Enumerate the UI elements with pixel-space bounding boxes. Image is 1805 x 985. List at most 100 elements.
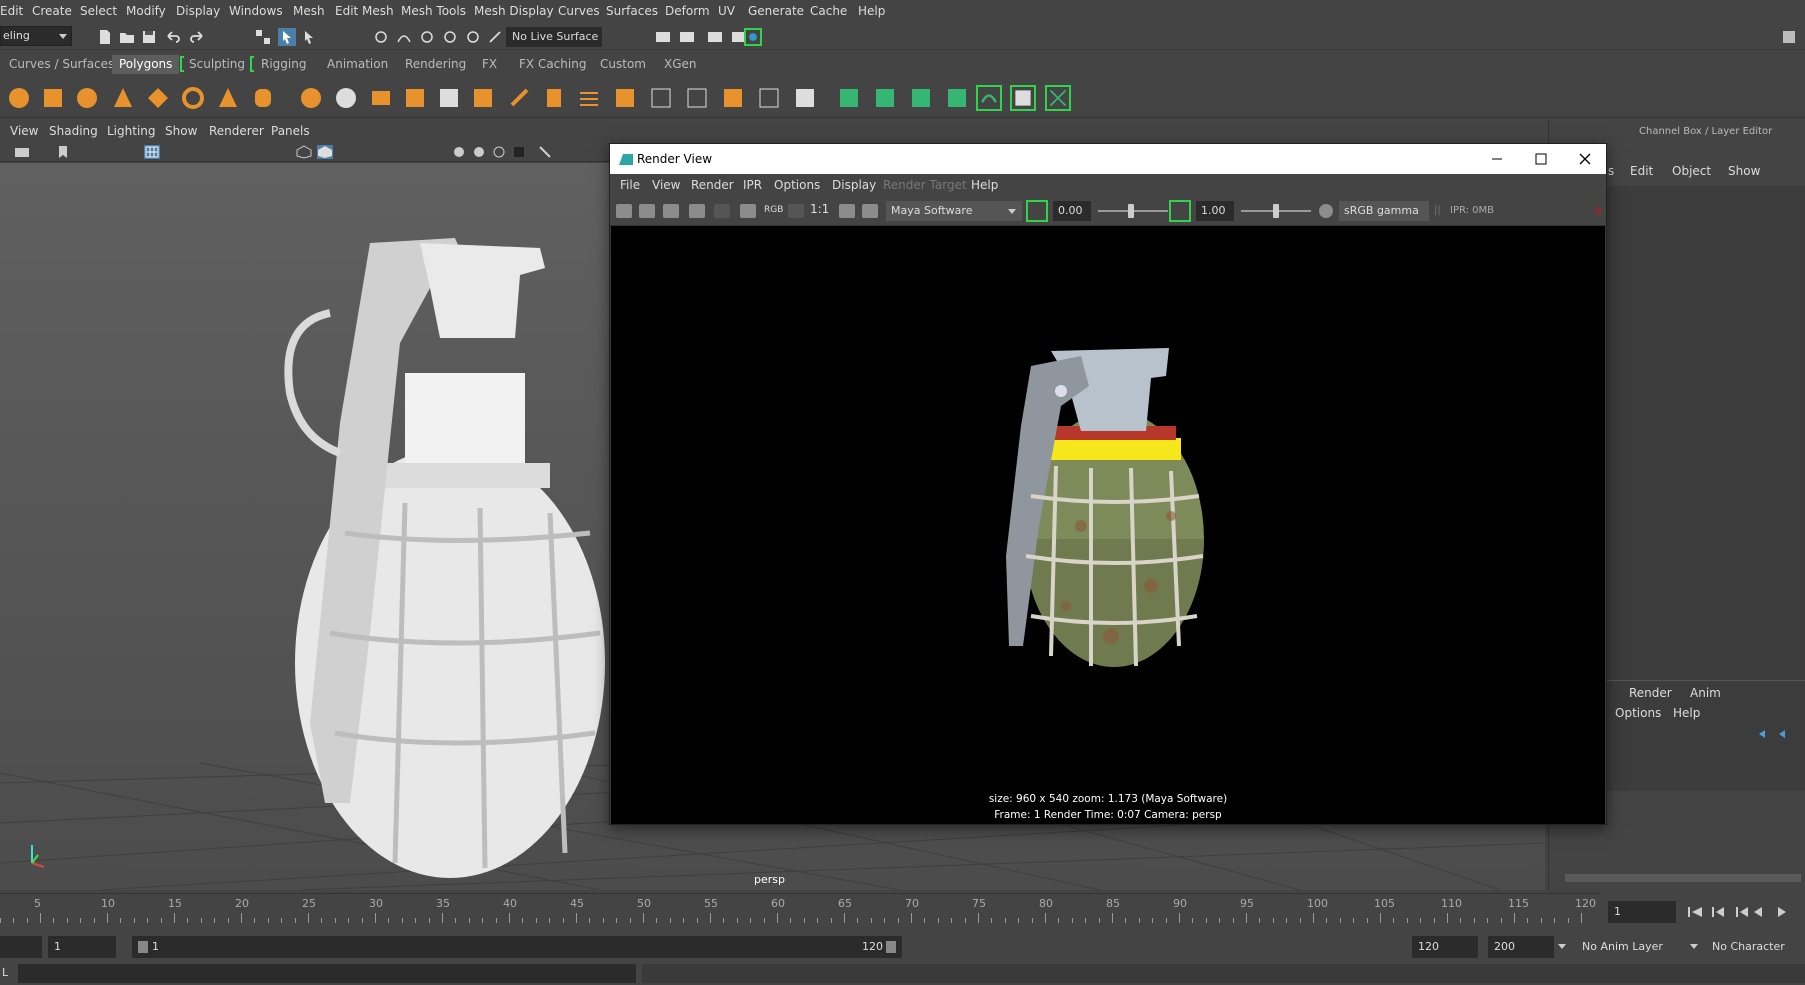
current-frame-field[interactable]: 1: [1608, 901, 1676, 923]
poly-pyramid-icon[interactable]: [215, 85, 241, 111]
menu-select[interactable]: Select: [80, 4, 117, 18]
uv-cylindrical-icon[interactable]: [872, 85, 898, 111]
tab-rigging[interactable]: Rigging: [254, 55, 313, 74]
tab-custom[interactable]: Custom: [593, 55, 653, 74]
command-language-label[interactable]: L: [2, 966, 8, 979]
poly-cone-icon[interactable]: [110, 85, 136, 111]
menu-cache[interactable]: Cache: [810, 4, 847, 18]
bool-icon[interactable]: [436, 85, 462, 111]
render-settings-icon[interactable]: [740, 204, 756, 218]
anim-layer-selector[interactable]: No Anim Layer: [1576, 936, 1684, 958]
undo-icon[interactable]: [164, 28, 182, 46]
snap-surface-icon[interactable]: [464, 28, 482, 46]
tab-render-layers[interactable]: Render: [1629, 686, 1672, 700]
target-weld-icon[interactable]: [720, 85, 746, 111]
color-management-icon[interactable]: [1319, 204, 1333, 218]
new-scene-icon[interactable]: [96, 28, 114, 46]
camera-icon[interactable]: [14, 145, 30, 159]
render-settings-icon[interactable]: [654, 28, 672, 46]
workspace-gear-icon[interactable]: [1780, 28, 1798, 46]
bookmark-icon[interactable]: [56, 145, 70, 159]
menu-surfaces[interactable]: Surfaces: [606, 4, 658, 18]
merge-icon[interactable]: [612, 85, 638, 111]
tab-animation[interactable]: Animation: [320, 55, 395, 74]
rv-menu-file[interactable]: File: [620, 178, 640, 192]
range-slider[interactable]: 1 120: [132, 936, 902, 958]
range-start-field[interactable]: 1: [48, 936, 116, 958]
render-region-icon[interactable]: [639, 204, 655, 218]
snap-point-icon[interactable]: [418, 28, 436, 46]
cb-menu-object[interactable]: Object: [1672, 164, 1711, 178]
rv-menu-view[interactable]: View: [652, 178, 680, 192]
tab-polygons[interactable]: Polygons: [112, 55, 180, 74]
redo-previous-render-icon[interactable]: [616, 204, 632, 218]
gamma-slider-handle[interactable]: [1273, 204, 1279, 218]
render-view-titlebar[interactable]: Render View: [610, 144, 1606, 174]
character-set-selector[interactable]: No Character Set: [1706, 936, 1805, 975]
real-size-button[interactable]: 1:1: [810, 202, 829, 216]
lighting-icon[interactable]: [452, 145, 466, 159]
tab-curves-surfaces[interactable]: Curves / Surfaces: [2, 55, 121, 74]
poly-sphere-icon[interactable]: [6, 85, 32, 111]
exposure-slider-handle[interactable]: [1128, 204, 1134, 218]
range-max-field[interactable]: 200: [1488, 936, 1554, 958]
rendered-image[interactable]: size: 960 x 540 zoom: 1.173 (Maya Softwa…: [611, 226, 1605, 824]
rv-menu-options[interactable]: Options: [774, 178, 820, 192]
wireframe-icon[interactable]: [296, 145, 312, 159]
ipr-icon[interactable]: [689, 204, 705, 218]
menu-display[interactable]: Display: [176, 4, 220, 18]
remove-image-icon[interactable]: [862, 204, 878, 218]
smooth-icon[interactable]: [402, 85, 428, 111]
combine-icon[interactable]: [298, 85, 324, 111]
uv-checker-icon[interactable]: [1010, 85, 1036, 111]
exposure-field[interactable]: 0.00: [1053, 201, 1091, 221]
make-live-icon[interactable]: [486, 28, 504, 46]
menu-edit[interactable]: Edit: [0, 4, 23, 18]
gamma-toggle-icon[interactable]: [1169, 200, 1191, 222]
poly-cylinder-icon[interactable]: [74, 85, 100, 111]
menu-set-selector[interactable]: eling: [0, 26, 72, 46]
time-slider[interactable]: 5 10 15 20 25 30 35 40 45 50 55 60 65 70 75 80 85 90 95 100…: [0, 893, 1600, 929]
cb-menu-edit[interactable]: Edit: [1630, 164, 1653, 178]
horizontal-scrollbar[interactable]: [1565, 874, 1801, 882]
view-transform-selector[interactable]: sRGB gamma: [1339, 201, 1429, 221]
ambient-occlusion-icon[interactable]: [492, 145, 506, 159]
gamma-field[interactable]: 1.00: [1196, 201, 1234, 221]
snap-view-icon[interactable]: [441, 28, 459, 46]
extrude-icon[interactable]: [507, 85, 533, 111]
menu-modify[interactable]: Modify: [126, 4, 166, 18]
renderer-selector[interactable]: Maya Software: [886, 201, 1022, 221]
save-scene-icon[interactable]: [140, 28, 158, 46]
edge-loop-icon[interactable]: [684, 85, 710, 111]
xray-icon[interactable]: [512, 145, 526, 159]
ipr-stop-icon[interactable]: [1594, 207, 1602, 215]
range-handle-end[interactable]: [886, 941, 896, 953]
range-end-field[interactable]: 120: [1412, 936, 1478, 958]
vp-menu-panels[interactable]: Panels: [271, 124, 310, 138]
menu-windows[interactable]: Windows: [229, 4, 283, 18]
vp-menu-renderer[interactable]: Renderer: [209, 124, 264, 138]
bevel-icon[interactable]: [576, 85, 602, 111]
menu-create[interactable]: Create: [32, 4, 72, 18]
uv-editor-icon[interactable]: [976, 85, 1002, 111]
rv-menu-display[interactable]: Display: [832, 178, 876, 192]
close-icon[interactable]: [1578, 152, 1592, 166]
poly-pipe-icon[interactable]: [250, 85, 276, 111]
menu-help[interactable]: Help: [858, 4, 885, 18]
isolate-select-icon[interactable]: [538, 145, 552, 159]
poly-torus-icon[interactable]: [180, 85, 206, 111]
snap-grid-icon[interactable]: [372, 28, 390, 46]
vp-menu-lighting[interactable]: Lighting: [107, 124, 156, 138]
render-current-frame-icon[interactable]: [678, 28, 696, 46]
hypershade-icon[interactable]: [744, 28, 762, 46]
sculpt-icon[interactable]: [792, 85, 818, 111]
tab-rendering[interactable]: Rendering: [398, 55, 473, 74]
layer-move-down-icon[interactable]: [1777, 728, 1793, 740]
cb-menu-show[interactable]: Show: [1728, 164, 1760, 178]
exposure-toggle-icon[interactable]: [1026, 200, 1048, 222]
rgb-channel-button[interactable]: RGB: [764, 205, 783, 215]
rv-menu-render[interactable]: Render: [691, 178, 734, 192]
tab-sculpting[interactable]: Sculpting: [182, 55, 252, 74]
layer-menu-options[interactable]: Options: [1615, 706, 1661, 720]
grenade-model[interactable]: [284, 238, 605, 878]
